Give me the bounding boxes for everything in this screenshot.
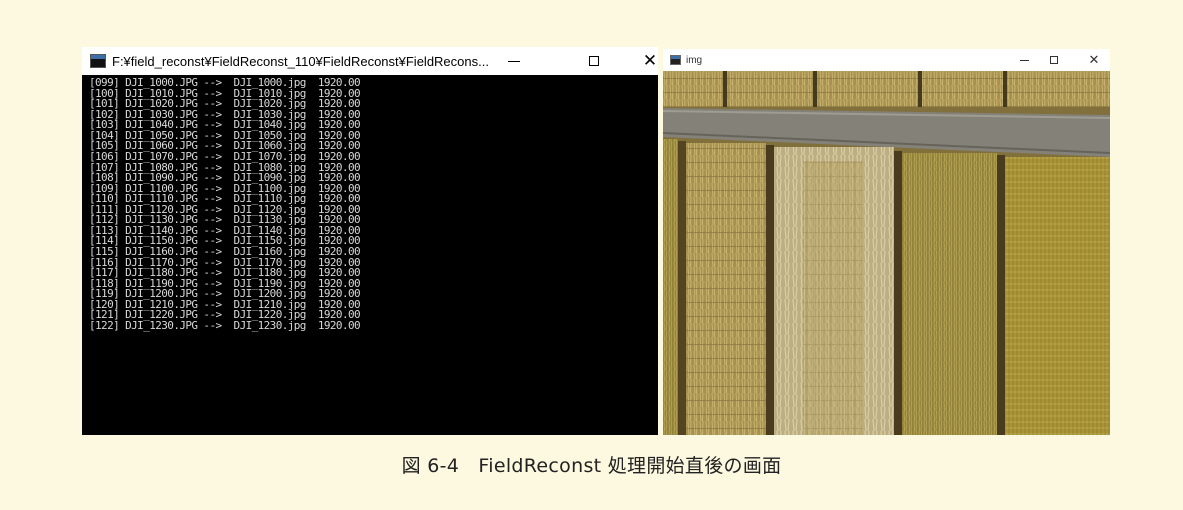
image-close-button[interactable]: ✕ [1081, 49, 1107, 71]
minimize-icon [508, 60, 520, 62]
minimize-icon [1019, 59, 1029, 61]
close-button[interactable]: ✕ [630, 47, 658, 75]
image-minimize-button[interactable] [1011, 49, 1037, 71]
maximize-icon [589, 56, 599, 66]
console-window[interactable]: F:¥field_reconst¥FieldReconst_110¥FieldR… [82, 47, 658, 435]
image-window[interactable]: img ✕ [663, 49, 1110, 435]
image-maximize-button[interactable] [1041, 49, 1067, 71]
aerial-photo-rendering [663, 71, 1110, 435]
image-window-title: img [686, 54, 703, 66]
image-app-icon [670, 55, 681, 65]
console-app-icon [90, 54, 106, 68]
console-titlebar[interactable]: F:¥field_reconst¥FieldReconst_110¥FieldR… [82, 47, 658, 75]
maximize-icon [1050, 56, 1058, 64]
minimize-button[interactable] [494, 47, 534, 75]
maximize-button[interactable] [574, 47, 614, 75]
close-icon: ✕ [642, 51, 658, 71]
aerial-field-image [663, 71, 1110, 435]
console-output: [099] DJI_1000.JPG --> DJI_1000.jpg 1920… [89, 77, 658, 435]
figure-caption: 図 6-4 FieldReconst 処理開始直後の画面 [401, 455, 782, 477]
image-titlebar[interactable]: img ✕ [663, 49, 1110, 71]
console-line: [122] DJI_1230.JPG --> DJI_1230.jpg 1920… [89, 318, 361, 332]
close-icon: ✕ [1088, 52, 1100, 68]
console-title: F:¥field_reconst¥FieldReconst_110¥FieldR… [112, 53, 489, 69]
